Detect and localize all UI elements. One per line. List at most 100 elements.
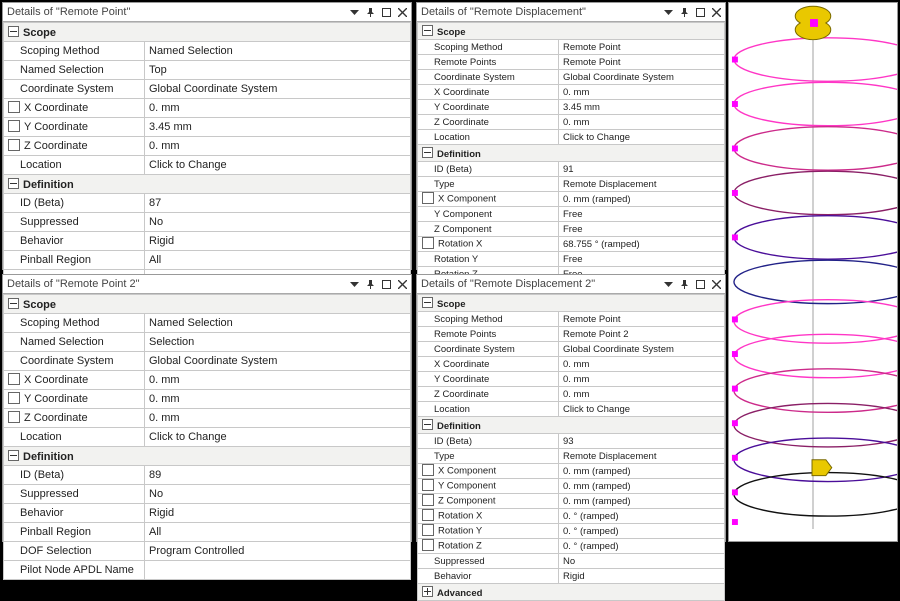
prop-value[interactable]: Remote Displacement — [559, 449, 725, 464]
prop-value[interactable]: 0. mm — [145, 371, 411, 390]
prop-value[interactable]: All — [145, 523, 411, 542]
pin-icon[interactable] — [363, 277, 377, 291]
prop-value[interactable]: Rigid — [559, 569, 725, 584]
section-scope: Scope — [437, 27, 466, 38]
prop-value[interactable]: Selection — [145, 333, 411, 352]
collapse-icon[interactable] — [422, 25, 433, 36]
prop-value[interactable]: 68.755 ° (ramped) — [559, 237, 725, 252]
prop-value[interactable]: Rigid — [145, 232, 411, 251]
close-icon[interactable] — [395, 277, 409, 291]
pin-icon[interactable] — [363, 5, 377, 19]
collapse-icon[interactable] — [8, 450, 19, 461]
dropdown-icon[interactable] — [661, 277, 675, 291]
dropdown-icon[interactable] — [661, 5, 675, 19]
prop-value[interactable]: Global Coordinate System — [559, 342, 725, 357]
collapse-icon[interactable] — [8, 26, 19, 37]
checkbox[interactable] — [422, 494, 434, 506]
collapse-icon[interactable] — [8, 178, 19, 189]
checkbox[interactable] — [8, 373, 20, 385]
prop-value[interactable]: Program Controlled — [145, 542, 411, 561]
prop-value[interactable]: 91 — [559, 162, 725, 177]
prop-value[interactable]: Free — [559, 207, 725, 222]
prop-value[interactable]: Remote Displacement — [559, 177, 725, 192]
maximize-icon[interactable] — [379, 277, 393, 291]
checkbox[interactable] — [422, 509, 434, 521]
prop-value[interactable]: Remote Point — [559, 40, 725, 55]
prop-value[interactable]: Click to Change — [559, 402, 725, 417]
checkbox[interactable] — [422, 464, 434, 476]
checkbox[interactable] — [422, 479, 434, 491]
dropdown-icon[interactable] — [347, 277, 361, 291]
prop-value[interactable]: Remote Point — [559, 312, 725, 327]
prop-value[interactable]: 0. mm — [559, 85, 725, 100]
prop-value[interactable]: 0. ° (ramped) — [559, 524, 725, 539]
prop-value[interactable]: 0. ° (ramped) — [559, 509, 725, 524]
collapse-icon[interactable] — [422, 147, 433, 158]
prop-value[interactable]: Remote Point 2 — [559, 327, 725, 342]
checkbox[interactable] — [422, 192, 434, 204]
prop-value[interactable]: No — [145, 213, 411, 232]
checkbox[interactable] — [422, 237, 434, 249]
maximize-icon[interactable] — [693, 5, 707, 19]
prop-label: Y Coordinate — [24, 393, 88, 405]
table-row: SuppressedNo — [4, 213, 411, 232]
collapse-icon[interactable] — [8, 298, 19, 309]
prop-value[interactable]: 3.45 mm — [559, 100, 725, 115]
prop-value[interactable]: Remote Point — [559, 55, 725, 70]
prop-value[interactable]: Click to Change — [559, 130, 725, 145]
collapse-icon[interactable] — [422, 297, 433, 308]
close-icon[interactable] — [709, 5, 723, 19]
model-viewport[interactable] — [728, 2, 898, 542]
collapse-icon[interactable] — [422, 419, 433, 430]
checkbox[interactable] — [422, 524, 434, 536]
prop-value[interactable]: Named Selection — [145, 314, 411, 333]
prop-value[interactable]: 0. mm — [559, 357, 725, 372]
checkbox[interactable] — [8, 120, 20, 132]
expand-icon[interactable] — [422, 586, 433, 597]
prop-value[interactable]: 93 — [559, 434, 725, 449]
table-row: Coordinate SystemGlobal Coordinate Syste… — [418, 70, 725, 85]
prop-value[interactable]: 87 — [145, 194, 411, 213]
checkbox[interactable] — [422, 539, 434, 551]
maximize-icon[interactable] — [379, 5, 393, 19]
prop-value[interactable]: Click to Change — [145, 156, 411, 175]
prop-value[interactable]: 0. ° (ramped) — [559, 539, 725, 554]
prop-value[interactable]: 0. mm — [559, 372, 725, 387]
maximize-icon[interactable] — [693, 277, 707, 291]
prop-value[interactable]: Global Coordinate System — [145, 80, 411, 99]
prop-value[interactable]: Click to Change — [145, 428, 411, 447]
prop-value[interactable]: Global Coordinate System — [559, 70, 725, 85]
checkbox[interactable] — [8, 411, 20, 423]
prop-value[interactable]: Named Selection — [145, 42, 411, 61]
checkbox[interactable] — [8, 101, 20, 113]
prop-value[interactable]: 3.45 mm — [145, 118, 411, 137]
dropdown-icon[interactable] — [347, 5, 361, 19]
checkbox[interactable] — [8, 139, 20, 151]
prop-value[interactable]: 0. mm — [559, 387, 725, 402]
prop-value[interactable]: Free — [559, 252, 725, 267]
prop-value[interactable]: 0. mm — [145, 99, 411, 118]
prop-value[interactable]: 0. mm (ramped) — [559, 464, 725, 479]
prop-value[interactable]: 0. mm (ramped) — [559, 479, 725, 494]
prop-value[interactable]: No — [145, 485, 411, 504]
prop-value[interactable]: No — [559, 554, 725, 569]
prop-value[interactable]: 0. mm (ramped) — [559, 494, 725, 509]
prop-value[interactable]: 89 — [145, 466, 411, 485]
checkbox[interactable] — [8, 392, 20, 404]
pin-icon[interactable] — [677, 5, 691, 19]
prop-value[interactable]: 0. mm — [559, 115, 725, 130]
prop-value[interactable] — [145, 561, 411, 580]
pin-icon[interactable] — [677, 277, 691, 291]
prop-value[interactable]: Rigid — [145, 504, 411, 523]
close-icon[interactable] — [395, 5, 409, 19]
section-advanced: Advanced — [437, 588, 482, 599]
prop-value[interactable]: Free — [559, 222, 725, 237]
close-icon[interactable] — [709, 277, 723, 291]
prop-value[interactable]: Top — [145, 61, 411, 80]
prop-value[interactable]: Global Coordinate System — [145, 352, 411, 371]
prop-value[interactable]: 0. mm — [145, 409, 411, 428]
prop-value[interactable]: All — [145, 251, 411, 270]
prop-value[interactable]: 0. mm — [145, 137, 411, 156]
prop-value[interactable]: 0. mm (ramped) — [559, 192, 725, 207]
prop-value[interactable]: 0. mm — [145, 390, 411, 409]
